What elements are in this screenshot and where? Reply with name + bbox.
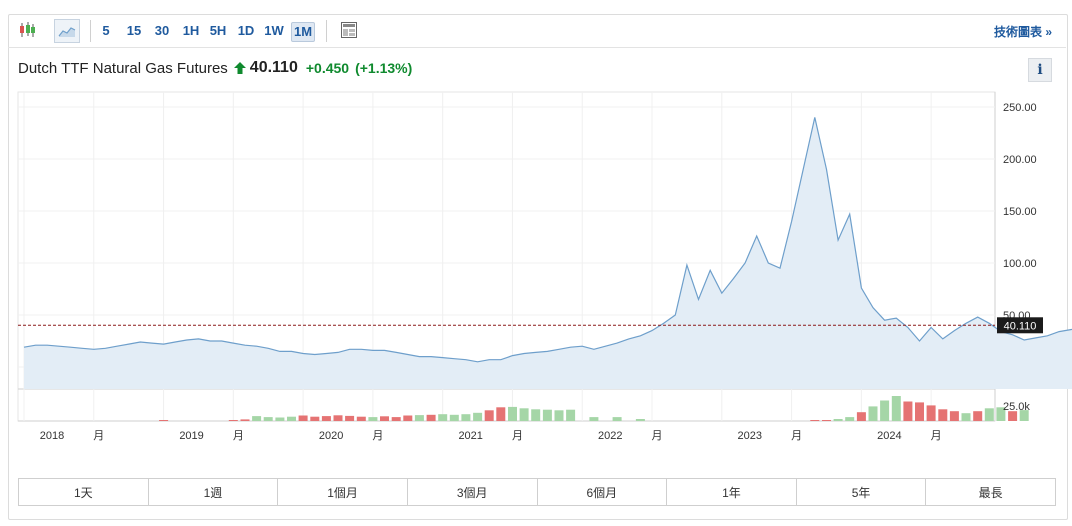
volume-bar (159, 420, 169, 421)
volume-bar (333, 415, 343, 421)
current-price-label: 40.110 (1004, 320, 1037, 332)
volume-bar (938, 409, 948, 421)
range-1d-button[interactable]: 1天 (19, 479, 149, 505)
volume-bar (403, 415, 413, 421)
x-tick-label: 2024 (877, 430, 901, 442)
volume-bar (496, 407, 506, 421)
x-tick-label: 月 (233, 430, 244, 442)
volume-bar (810, 420, 820, 421)
volume-bar (438, 414, 448, 421)
y-tick-label: 150.00 (1003, 206, 1037, 218)
volume-bar (449, 414, 459, 422)
volume-bar (240, 419, 250, 421)
volume-bar (612, 417, 622, 421)
volume-bar (833, 419, 843, 421)
volume-bar (473, 412, 483, 421)
volume-bar (961, 413, 971, 421)
x-tick-label: 2019 (179, 430, 203, 442)
volume-bar (263, 417, 273, 421)
x-tick-label: 月 (652, 430, 663, 442)
volume-bar (891, 396, 901, 421)
volume-bar (368, 417, 378, 421)
x-tick-label: 月 (512, 430, 523, 442)
volume-bar (414, 415, 424, 421)
volume-bar (926, 405, 936, 421)
volume-bar (287, 416, 296, 421)
range-3m-button[interactable]: 3個月 (408, 479, 538, 505)
volume-bar (252, 416, 262, 421)
volume-bar (822, 420, 831, 421)
x-tick-label: 2020 (319, 430, 343, 442)
x-tick-label: 2022 (598, 430, 622, 442)
volume-bar (880, 400, 890, 421)
range-6m-button[interactable]: 6個月 (538, 479, 668, 505)
volume-bar (984, 408, 994, 421)
volume-bar (915, 402, 924, 421)
volume-bar (868, 406, 878, 421)
volume-bar (484, 410, 494, 421)
volume-bar (845, 417, 855, 421)
volume-bar (519, 408, 529, 421)
volume-bar (973, 411, 983, 421)
volume-bar (949, 411, 959, 421)
volume-bar (508, 406, 517, 421)
x-tick-label: 月 (93, 430, 104, 442)
x-tick-label: 月 (931, 430, 942, 442)
y-tick-label: 250.00 (1003, 102, 1037, 114)
x-tick-label: 月 (372, 430, 383, 442)
x-tick-label: 2023 (738, 430, 762, 442)
volume-bar (228, 420, 238, 421)
volume-bar (542, 409, 552, 421)
range-max-button[interactable]: 最長 (926, 479, 1055, 505)
volume-bar (275, 417, 285, 421)
x-tick-label: 2018 (40, 430, 64, 442)
range-1w-button[interactable]: 1週 (149, 479, 279, 505)
volume-bar (310, 416, 320, 421)
range-5y-button[interactable]: 5年 (797, 479, 927, 505)
range-selector: 1天 1週 1個月 3個月 6個月 1年 5年 最長 (18, 478, 1056, 506)
volume-bar (554, 410, 564, 421)
price-chart: 250.00200.00150.00100.0050.000.002018月20… (17, 91, 1072, 442)
volume-bar (345, 415, 355, 421)
volume-bar (566, 409, 576, 421)
volume-bar (635, 419, 645, 421)
volume-bar (856, 412, 866, 421)
x-tick-label: 2021 (458, 430, 482, 442)
volume-bar (321, 416, 331, 421)
volume-bar (356, 416, 366, 421)
volume-bar (531, 409, 541, 421)
volume-bar (426, 414, 436, 422)
volume-bar (380, 416, 389, 421)
range-1m-button[interactable]: 1個月 (278, 479, 408, 505)
x-tick-label: 月 (791, 430, 802, 442)
y-tick-label: 200.00 (1003, 154, 1037, 166)
range-1y-button[interactable]: 1年 (667, 479, 797, 505)
volume-bar (391, 417, 401, 421)
volume-bar (903, 401, 913, 421)
volume-bar (298, 415, 308, 421)
volume-tick-label: 25.0k (1003, 401, 1030, 413)
volume-bar (461, 414, 471, 421)
volume-bar (589, 417, 599, 421)
y-tick-label: 100.00 (1003, 258, 1037, 270)
